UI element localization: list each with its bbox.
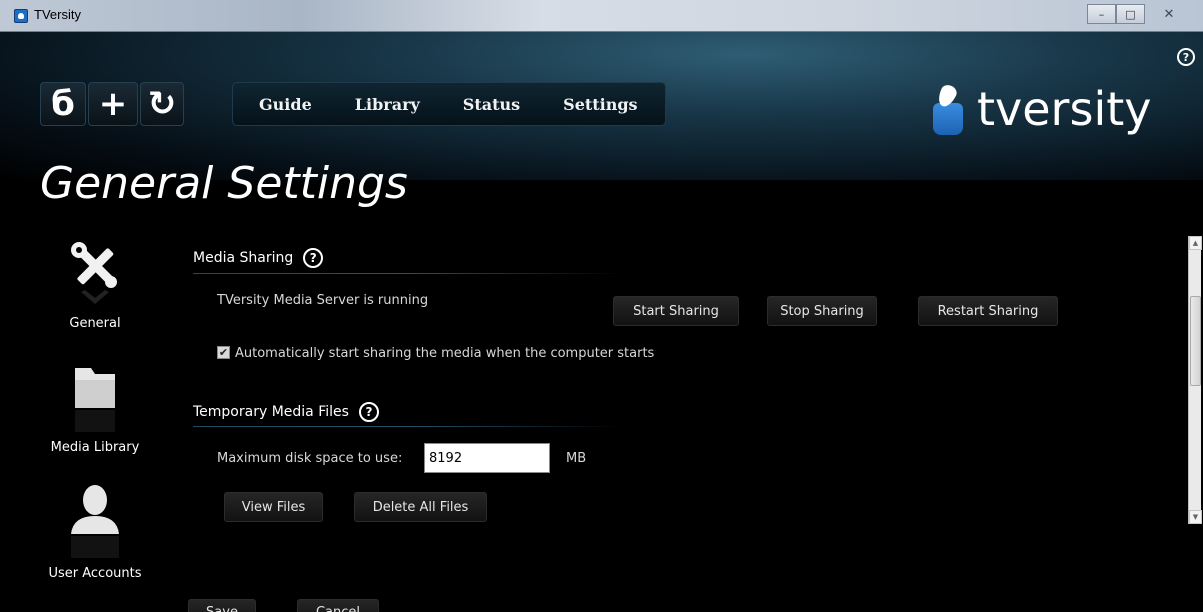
- max-disk-label: Maximum disk space to use:: [217, 451, 403, 466]
- restart-sharing-button[interactable]: Restart Sharing: [918, 296, 1058, 326]
- folder-icon: [75, 368, 115, 432]
- window-title: TVersity: [34, 7, 81, 22]
- window-title-bar[interactable]: TVersity – □ ✕: [0, 0, 1203, 32]
- nav-guide[interactable]: Guide: [259, 95, 312, 114]
- app-icon: [14, 9, 28, 23]
- sidebar-item-user-accounts[interactable]: User Accounts: [40, 482, 150, 581]
- window-controls: – □ ✕: [1087, 4, 1191, 24]
- stop-sharing-button[interactable]: Stop Sharing: [767, 296, 877, 326]
- brand-logo: tversity: [933, 82, 1151, 136]
- temp-files-title: Temporary Media Files ?: [193, 402, 379, 422]
- delete-all-files-button[interactable]: Delete All Files: [354, 492, 487, 522]
- main-nav: Guide Library Status Settings: [232, 82, 666, 126]
- power-button[interactable]: б: [40, 82, 86, 126]
- cancel-button[interactable]: Cancel: [297, 599, 379, 612]
- save-button[interactable]: Save: [188, 599, 256, 612]
- minimize-button[interactable]: –: [1087, 4, 1116, 24]
- section-divider: [193, 273, 623, 274]
- view-files-button[interactable]: View Files: [224, 492, 323, 522]
- scroll-up-icon[interactable]: ▲: [1189, 236, 1202, 250]
- sidebar-item-label: General: [69, 316, 121, 331]
- user-icon: [71, 485, 119, 558]
- scroll-thumb[interactable]: [1190, 296, 1201, 386]
- power-icon: б: [51, 84, 75, 124]
- refresh-icon: ↻: [147, 84, 177, 124]
- quick-actions: б + ↻: [40, 82, 184, 126]
- checkmark-icon: ✔: [218, 346, 229, 359]
- tools-icon: [71, 242, 117, 304]
- nav-library[interactable]: Library: [355, 95, 420, 114]
- help-icon[interactable]: ?: [358, 402, 379, 422]
- maximize-icon: □: [1125, 7, 1136, 21]
- maximize-button[interactable]: □: [1116, 4, 1145, 24]
- section-title-text: Media Sharing: [193, 250, 294, 266]
- add-icon: +: [98, 84, 128, 124]
- refresh-button[interactable]: ↻: [140, 82, 184, 126]
- section-title-text: Temporary Media Files: [193, 404, 349, 420]
- close-button[interactable]: ✕: [1147, 4, 1191, 24]
- page-title: General Settings: [40, 158, 408, 209]
- close-icon: ✕: [1163, 6, 1175, 22]
- auto-start-label: Automatically start sharing the media wh…: [235, 346, 655, 361]
- add-button[interactable]: +: [88, 82, 138, 126]
- section-divider: [193, 426, 623, 427]
- unit-label: MB: [566, 451, 587, 466]
- vertical-scrollbar[interactable]: ▲ ▼: [1188, 236, 1202, 524]
- auto-start-checkbox[interactable]: ✔: [217, 346, 230, 359]
- nav-settings[interactable]: Settings: [563, 95, 637, 114]
- media-sharing-title: Media Sharing ?: [193, 248, 324, 268]
- max-disk-input[interactable]: [424, 443, 550, 473]
- help-icon[interactable]: ?: [303, 248, 324, 268]
- nav-status[interactable]: Status: [463, 95, 520, 114]
- sidebar-item-media-library[interactable]: Media Library: [40, 362, 150, 455]
- tversity-logo-icon: [933, 82, 965, 135]
- brand-name: tversity: [977, 82, 1152, 136]
- scroll-down-icon[interactable]: ▼: [1189, 510, 1202, 524]
- sidebar-item-label: Media Library: [50, 440, 140, 455]
- minimize-icon: –: [1098, 7, 1105, 21]
- server-status-text: TVersity Media Server is running: [217, 293, 429, 308]
- start-sharing-button[interactable]: Start Sharing: [613, 296, 739, 326]
- help-icon[interactable]: ?: [1177, 48, 1195, 66]
- sidebar-item-general[interactable]: General: [40, 240, 150, 331]
- sidebar-item-label: User Accounts: [48, 566, 142, 581]
